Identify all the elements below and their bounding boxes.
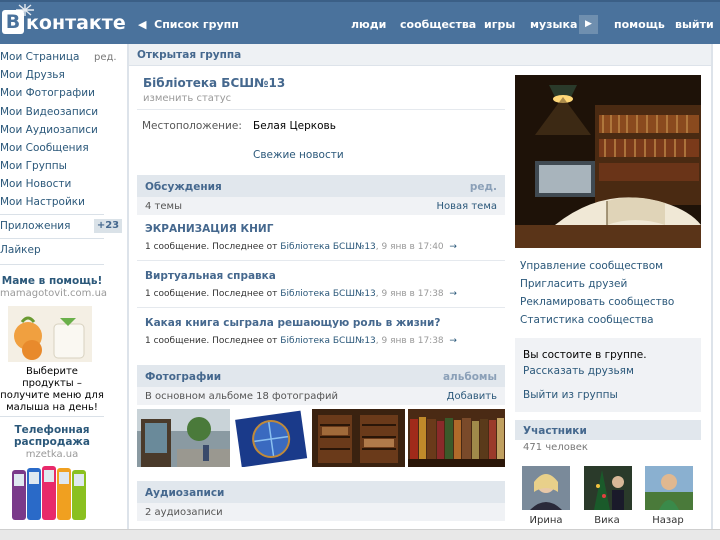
add-photo-link[interactable]: Добавить (447, 391, 497, 402)
sidebar-item-messages[interactable]: Мои Сообщения (0, 142, 89, 154)
topic-title[interactable]: ЭКРАНИЗАЦИЯ КНИГ (145, 223, 273, 235)
ad1-title[interactable]: Маме в помощь! (0, 275, 104, 287)
member-name[interactable]: Ирина (516, 515, 576, 526)
membership-box: Вы состоите в группе. Рассказать друзьям… (515, 338, 701, 412)
sidebar-item-friends[interactable]: Мои Друзья (0, 69, 65, 81)
audio-title[interactable]: Аудиозаписи (145, 487, 224, 499)
photo-thumbnail[interactable] (137, 409, 230, 467)
nav-games[interactable]: игры (484, 18, 515, 31)
topic-title[interactable]: Какая книга сыграла решающую роль в жизн… (145, 317, 441, 329)
topic-author-link[interactable]: Бібліотека БСШ№13 (280, 336, 375, 346)
nav-logout[interactable]: выйти (675, 18, 714, 31)
page-frame-right (711, 44, 713, 540)
leave-group-link[interactable]: Выйти из группы (523, 389, 618, 401)
goto-arrow-icon: → (449, 289, 457, 299)
discussions-edit-link[interactable]: ред. (470, 181, 497, 193)
photo-thumbnail[interactable] (408, 409, 505, 467)
page-type-header: Открытая группа (129, 44, 711, 66)
sidebar-item-audio[interactable]: Мои Аудиозаписи (0, 124, 98, 136)
photos-header: Фотографии альбомы (137, 365, 505, 387)
ad2-domain[interactable]: mzetka.ua (0, 449, 104, 460)
audio-subheader: 2 аудиозаписи (137, 503, 505, 521)
discussion-topic: ЭКРАНИЗАЦИЯ КНИГ 1 сообщение. Последнее … (137, 215, 505, 261)
left-sidebar: Мои Страница ред. Мои Друзья Мои Фотогра… (0, 44, 128, 540)
sidebar-item-news[interactable]: Мои Новости (0, 178, 71, 190)
audio-header: Аудиозаписи (137, 481, 505, 503)
manage-community-link[interactable]: Управление сообществом (520, 260, 663, 272)
community-stats-link[interactable]: Статистика сообщества (520, 314, 654, 326)
goto-arrow-icon: → (449, 242, 457, 252)
page-type-label: Открытая группа (137, 49, 242, 61)
new-topic-link[interactable]: Новая тема (436, 201, 497, 212)
member-avatar[interactable] (645, 466, 693, 510)
sidebar-edit-link[interactable]: ред. (94, 52, 117, 63)
members-title[interactable]: Участники (523, 425, 587, 437)
nav-help[interactable]: помощь (614, 18, 665, 31)
play-arrow-icon[interactable]: ▶ (579, 15, 598, 34)
photos-subheader: В основном альбоме 18 фотографий Добавит… (137, 387, 505, 405)
discussions-subheader: 4 темы Новая тема (137, 197, 505, 215)
ad2-phones-image[interactable] (10, 464, 90, 520)
ad1-domain[interactable]: mamagotovit.com.ua (0, 288, 107, 299)
nav-music[interactable]: музыка (530, 18, 577, 31)
tell-friends-link[interactable]: Рассказать друзьям (523, 365, 634, 377)
topic-author-link[interactable]: Бібліотека БСШ№13 (280, 289, 375, 299)
membership-status: Вы состоите в группе. (523, 349, 647, 361)
sidebar-item-settings[interactable]: Мои Настройки (0, 196, 85, 208)
advertise-community-link[interactable]: Рекламировать сообщество (520, 296, 674, 308)
member-name[interactable]: Вика (577, 515, 637, 526)
discussions-header: Обсуждения ред. (137, 175, 505, 197)
topic-meta: 1 сообщение. Последнее от Бібліотека БСШ… (145, 289, 457, 299)
nav-communities[interactable]: сообщества (400, 18, 476, 31)
invite-friends-link[interactable]: Пригласить друзей (520, 278, 627, 290)
member-name[interactable]: Назар (638, 515, 698, 526)
location-value: Белая Церковь (253, 120, 336, 132)
topic-title[interactable]: Виртуальная справка (145, 270, 276, 282)
photo-thumbnail[interactable] (234, 409, 309, 467)
sidebar-item-groups[interactable]: Мои Группы (0, 160, 67, 172)
topic-meta: 1 сообщение. Последнее от Бібліотека БСШ… (145, 336, 457, 346)
status-edit-link[interactable]: изменить статус (143, 93, 231, 104)
discussion-topic: Виртуальная справка 1 сообщение. Последн… (137, 262, 505, 308)
topic-meta: 1 сообщение. Последнее от Бібліотека БСШ… (145, 242, 457, 252)
sidebar-item-videos[interactable]: Мои Видеозаписи (0, 106, 98, 118)
page-frame-left (127, 44, 129, 540)
topics-count: 4 темы (145, 201, 182, 212)
discussion-topic: Какая книга сыграла решающую роль в жизн… (137, 309, 505, 355)
sidebar-divider (0, 238, 104, 239)
browser-bottom-bar (0, 529, 720, 540)
ad-divider (0, 416, 104, 417)
member-avatar[interactable] (584, 466, 632, 510)
ad1-image[interactable] (8, 306, 92, 362)
sidebar-item-apps[interactable]: Приложения (0, 220, 70, 232)
photos-count: В основном альбоме 18 фотографий (145, 391, 338, 402)
sidebar-item-photos[interactable]: Мои Фотографии (0, 87, 95, 99)
member-avatar[interactable] (522, 466, 570, 510)
topic-author-link[interactable]: Бібліотека БСШ№13 (280, 242, 375, 252)
goto-arrow-icon: → (449, 336, 457, 346)
members-count[interactable]: 471 человек (523, 442, 588, 453)
location-label: Местоположение: (142, 120, 242, 132)
photos-title[interactable]: Фотографии (145, 371, 221, 383)
apps-count-badge[interactable]: +23 (94, 219, 122, 233)
group-avatar[interactable] (515, 75, 701, 248)
albums-link[interactable]: альбомы (443, 371, 497, 383)
sidebar-item-my-page[interactable]: Мои Страница (0, 51, 79, 63)
ad2-title[interactable]: Телефонная распродажа (0, 424, 104, 448)
ad1-text[interactable]: Выберите продукты – получите меню для ма… (0, 366, 104, 414)
top-nav: люди сообщества игры музыка помощь выйти (0, 18, 720, 34)
nav-people[interactable]: люди (351, 18, 386, 31)
audio-count: 2 аудиозаписи (145, 507, 223, 518)
top-header: B контакте ◀ Список групп люди сообществ… (0, 0, 720, 44)
photo-thumbnail[interactable] (312, 409, 405, 467)
group-name: Бібліотека БСШ№13 (143, 76, 286, 90)
fresh-news-link[interactable]: Свежие новости (253, 149, 344, 161)
sidebar-divider (0, 264, 104, 265)
sidebar-item-liker[interactable]: Лайкер (0, 244, 41, 256)
info-divider (137, 109, 505, 110)
sidebar-divider (0, 214, 104, 215)
discussions-title[interactable]: Обсуждения (145, 181, 222, 193)
members-header: Участники (515, 420, 701, 440)
